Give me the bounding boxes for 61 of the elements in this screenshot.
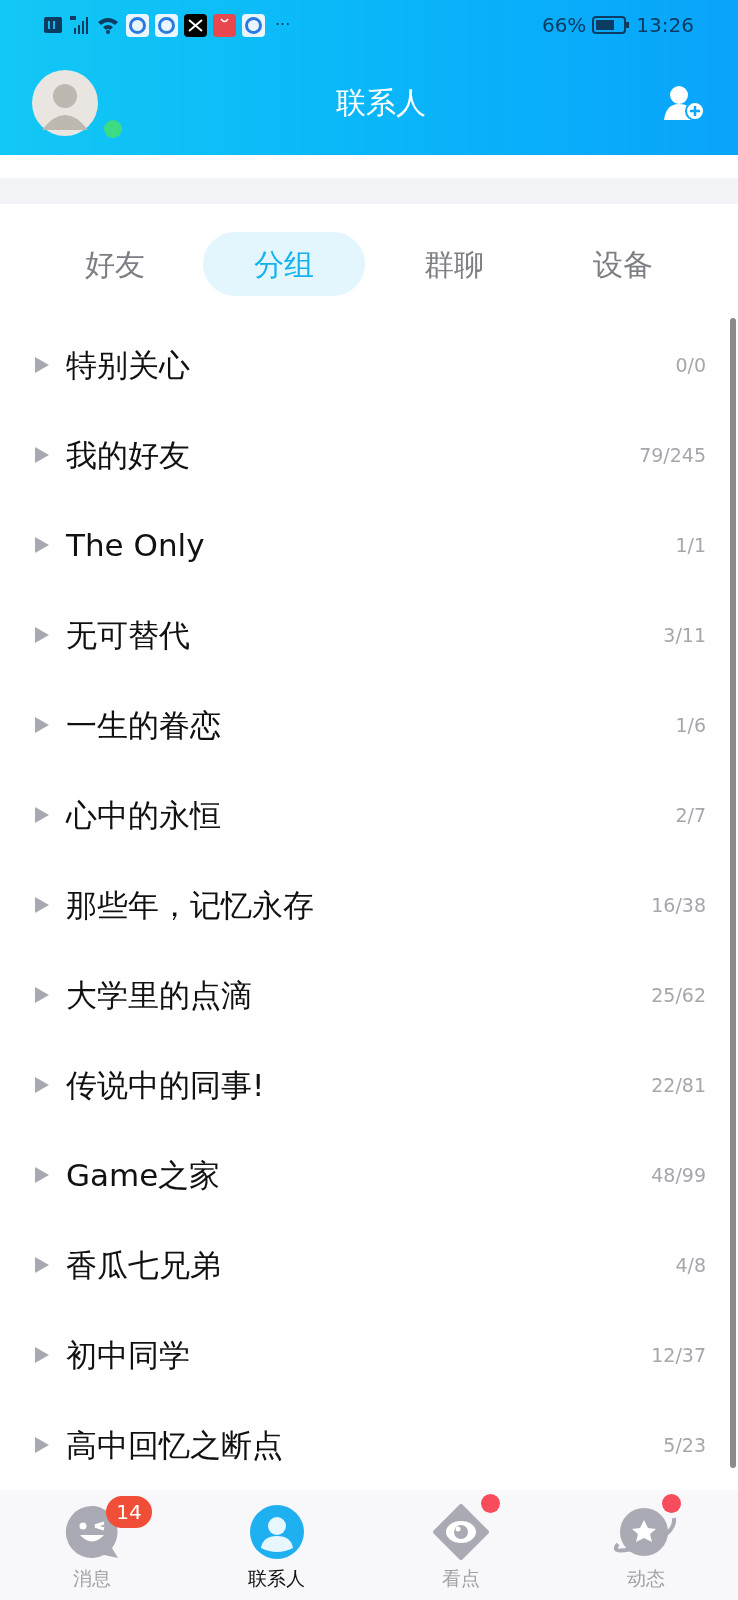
group-name[interactable]: 我的好友 [66, 431, 640, 479]
eye-icon [433, 1504, 490, 1560]
group-count: 25/62 [651, 982, 706, 1008]
group-count: 12/37 [651, 1342, 706, 1368]
tab[interactable]: 群聊 [372, 232, 535, 296]
group-count: 16/38 [651, 892, 706, 918]
unread-badge: 14 [106, 1496, 152, 1528]
app-notification-icon [242, 13, 265, 37]
group-count: 1/1 [675, 532, 706, 558]
group-name[interactable]: 初中同学 [66, 1331, 652, 1379]
expand-arrow-icon[interactable] [34, 1256, 50, 1274]
group-count: 2/7 [675, 802, 706, 828]
expand-arrow-icon[interactable] [34, 536, 50, 554]
group-name[interactable]: 一生的眷恋 [66, 701, 676, 749]
expand-arrow-icon[interactable] [34, 1436, 50, 1454]
expand-arrow-icon[interactable] [34, 806, 50, 824]
nav-tab[interactable]: 14 消息 [0, 1490, 185, 1593]
more-notifications-text: ··· [275, 14, 291, 36]
group-name[interactable]: The Only [66, 521, 676, 569]
group-count: 1/6 [675, 712, 706, 738]
expand-arrow-icon[interactable] [34, 716, 50, 734]
expand-arrow-icon[interactable] [34, 986, 50, 1004]
add-contact-icon[interactable] [664, 83, 706, 122]
battery-percent: 66% [541, 12, 587, 39]
expand-arrow-icon[interactable] [34, 446, 50, 464]
battery-icon [592, 16, 631, 34]
group-count: 0/0 [675, 352, 706, 378]
expand-arrow-icon[interactable] [34, 896, 50, 914]
group-count: 4/8 [675, 1252, 706, 1278]
group-count: 48/99 [651, 1162, 706, 1188]
group-name[interactable]: 大学里的点滴 [66, 971, 652, 1019]
app-notification-icon [213, 13, 236, 37]
signal-icon [68, 16, 90, 34]
group-name[interactable]: 心中的永恒 [66, 791, 676, 839]
avatar-icon[interactable] [32, 69, 98, 136]
tab[interactable]: 设备 [542, 232, 705, 296]
tab[interactable]: 好友 [33, 232, 196, 296]
expand-arrow-icon[interactable] [34, 626, 50, 644]
group-name[interactable]: 那些年，记忆永存 [66, 881, 652, 929]
group-count: 22/81 [651, 1072, 706, 1098]
group-name[interactable]: 无可替代 [66, 611, 664, 659]
group-name[interactable]: Game之家 [66, 1151, 652, 1199]
clock-time: 13:26 [636, 12, 694, 39]
app-notification-icon [184, 13, 207, 37]
nav-tab[interactable]: 联系人 [184, 1490, 369, 1593]
app-notification-icon [126, 13, 149, 37]
expand-arrow-icon[interactable] [34, 1076, 50, 1094]
person-icon [248, 1504, 305, 1560]
group-name[interactable]: 特别关心 [66, 341, 676, 389]
group-name[interactable]: 香瓜七兄弟 [66, 1241, 676, 1289]
group-name[interactable]: 传说中的同事! [66, 1061, 652, 1109]
app-notification-icon [155, 13, 178, 37]
page-title: 联系人 [336, 85, 426, 120]
wifi-icon [96, 16, 120, 34]
group-count: 3/11 [663, 622, 706, 648]
expand-arrow-icon[interactable] [34, 1346, 50, 1364]
group-count: 79/245 [639, 442, 706, 468]
group-count: 5/23 [663, 1432, 706, 1458]
expand-arrow-icon[interactable] [34, 356, 50, 374]
expand-arrow-icon[interactable] [34, 1166, 50, 1184]
group-name[interactable]: 高中回忆之断点 [66, 1421, 664, 1469]
